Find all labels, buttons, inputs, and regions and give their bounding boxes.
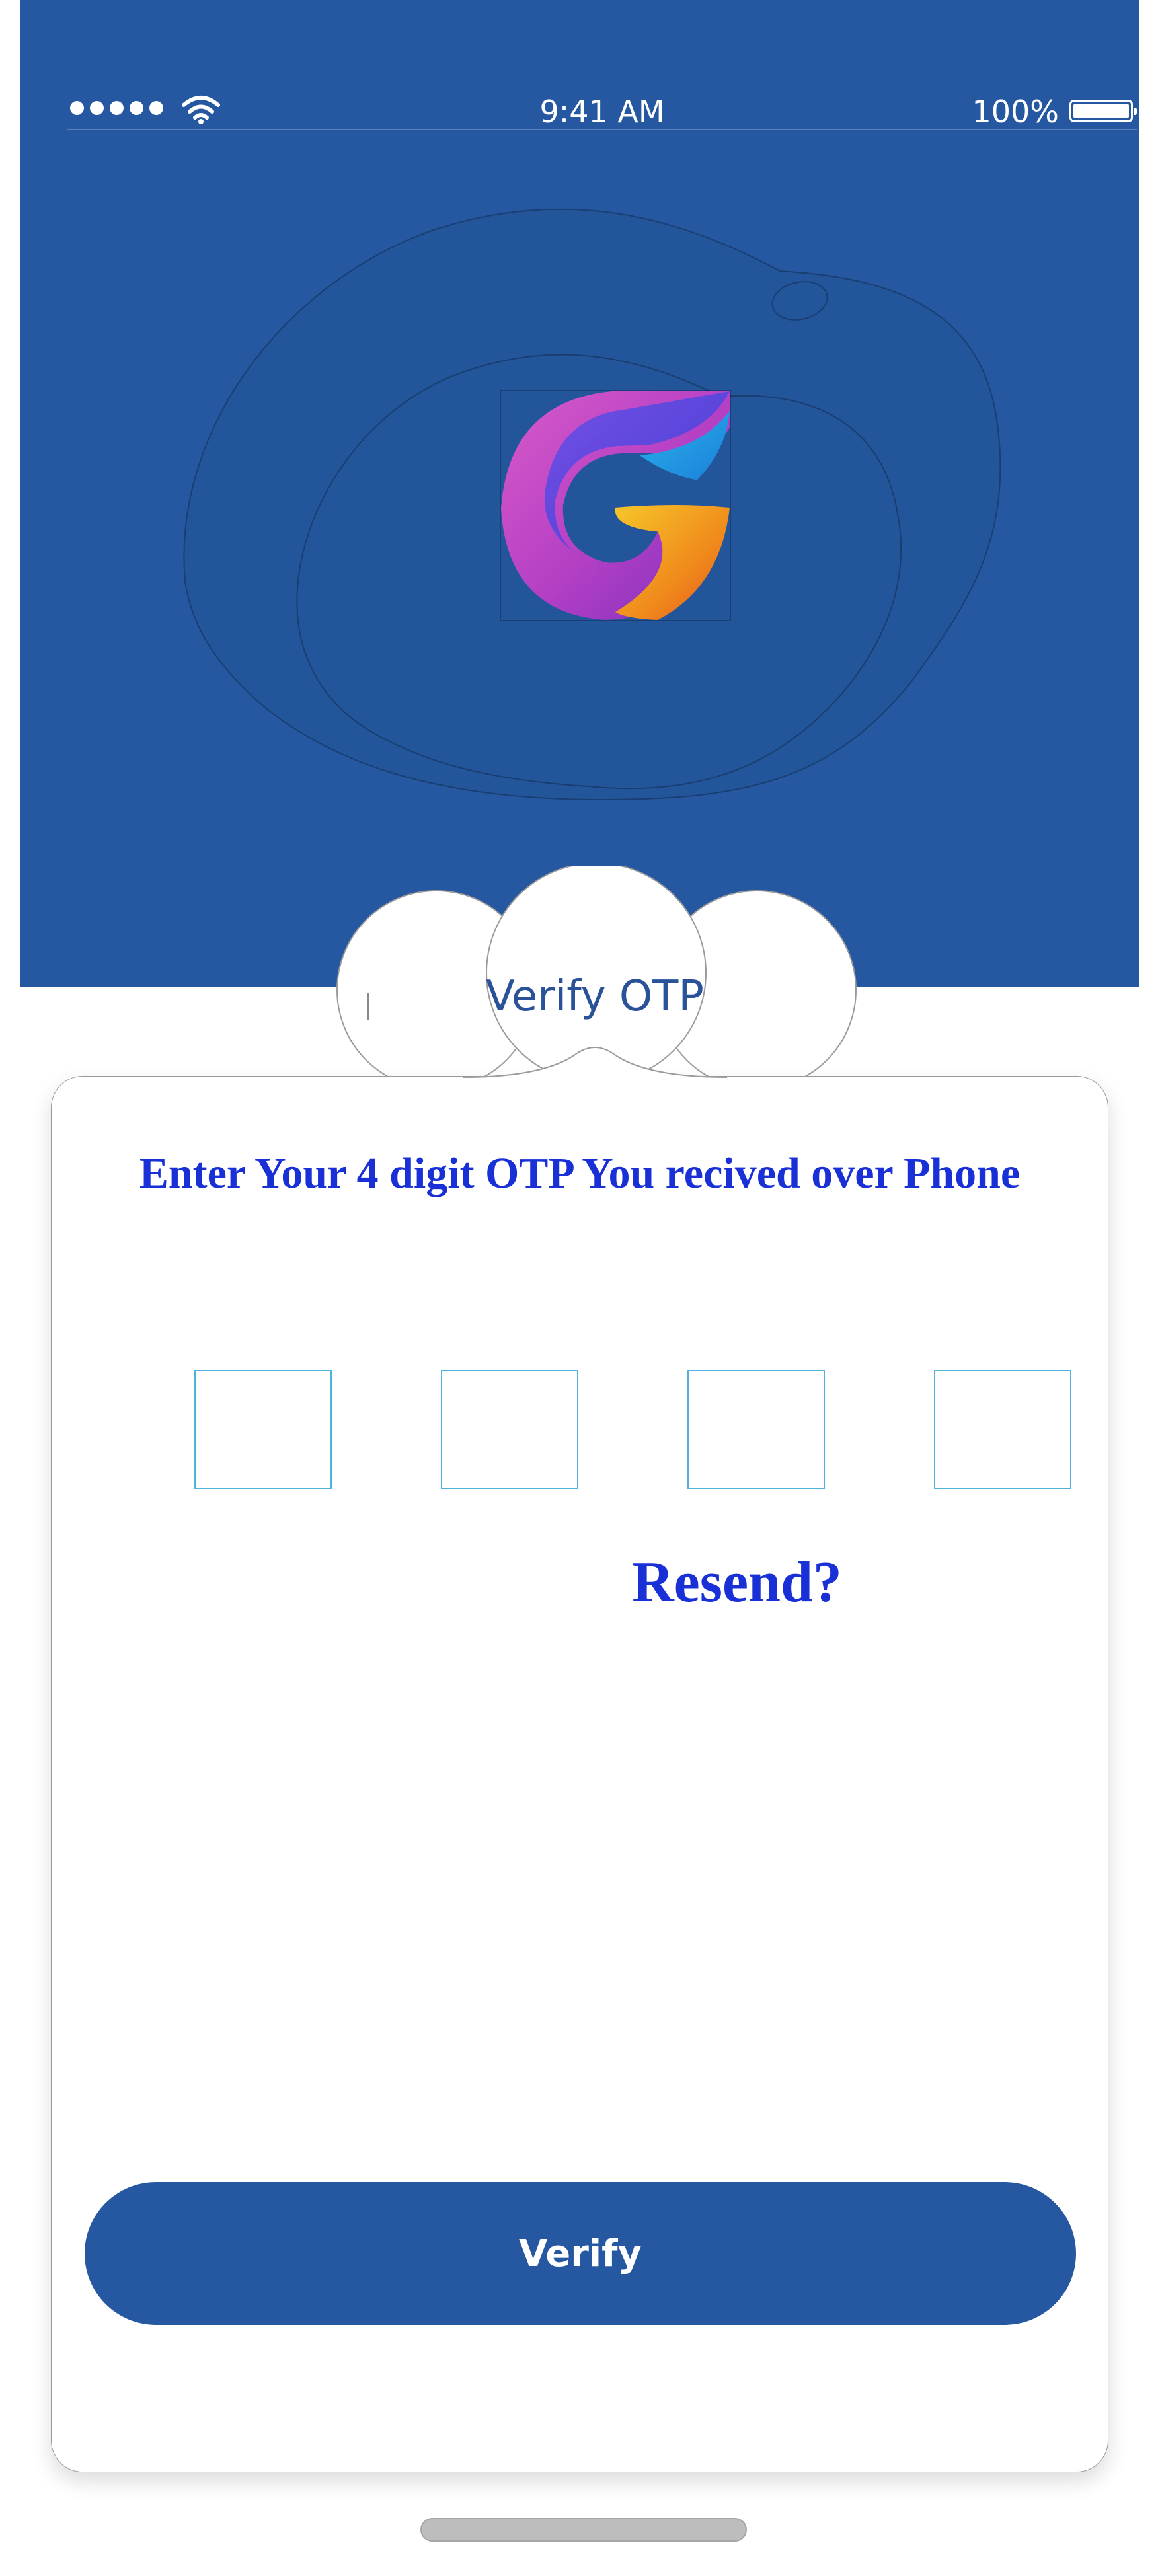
battery-icon [1069, 100, 1137, 122]
resend-link[interactable]: Resend? [595, 1546, 879, 1619]
otp-digit-2[interactable] [441, 1370, 578, 1489]
battery-percentage: 100% [972, 94, 1059, 130]
otp-digit-1[interactable] [194, 1370, 332, 1489]
otp-instruction: Enter Your 4 digit OTP You recived over … [139, 1149, 1021, 1197]
app-logo-icon [500, 390, 731, 621]
header-banner: 9:41 AM 100% [20, 0, 1139, 987]
text-cursor [367, 993, 369, 1020]
battery-fill [1073, 104, 1129, 118]
verify-button[interactable]: Verify [85, 2182, 1076, 2325]
card-notch [463, 1047, 727, 1078]
page-title: Verify OTP [486, 972, 704, 1021]
otp-digit-4[interactable] [934, 1370, 1071, 1489]
otp-digit-3[interactable] [687, 1370, 825, 1489]
home-indicator[interactable] [420, 2518, 747, 2542]
status-bar: 9:41 AM 100% [67, 93, 1137, 130]
